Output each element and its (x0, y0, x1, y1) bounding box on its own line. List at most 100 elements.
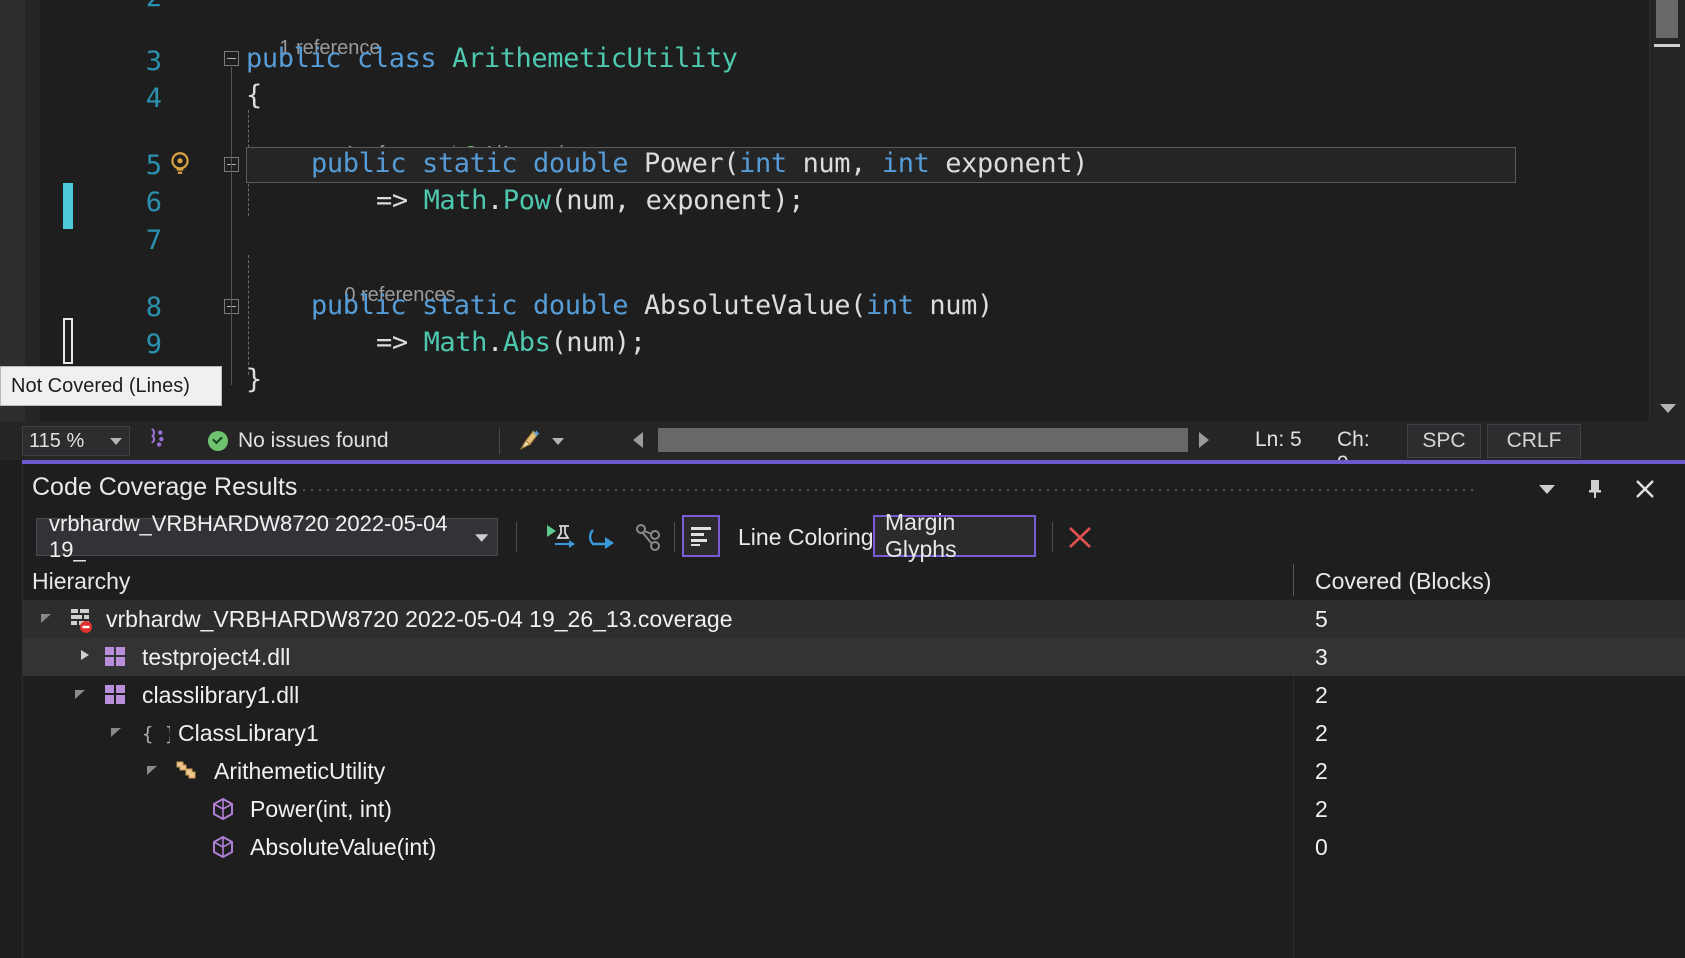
scroll-down-arrow[interactable] (1650, 394, 1685, 422)
line-number: 9 (110, 329, 162, 360)
pin-icon (1585, 478, 1605, 500)
issues-label: No issues found (238, 429, 389, 453)
coverage-not-covered-glyph[interactable] (63, 318, 73, 364)
panel-pin-button[interactable] (1577, 474, 1613, 504)
line-ending-indicator[interactable]: CRLF (1487, 424, 1581, 458)
line-number: 3 (110, 46, 162, 77)
row-covered-blocks: 2 (1315, 758, 1328, 785)
scroll-right-arrow[interactable] (1196, 430, 1216, 450)
line-number-partial: 2 (110, 0, 162, 13)
coverage-file-icon (68, 606, 94, 632)
row-label: testproject4.dll (142, 644, 290, 671)
table-row[interactable]: classlibrary1.dll 2 (22, 676, 1685, 714)
panel-close-button[interactable] (1627, 474, 1663, 504)
column-header-covered-blocks[interactable]: Covered (Blocks) (1315, 568, 1491, 595)
status-divider (499, 428, 500, 454)
line-number: 4 (110, 83, 162, 114)
expander-collapsed-icon[interactable] (76, 647, 96, 667)
hscroll-thumb[interactable] (658, 428, 1188, 452)
column-divider[interactable] (1293, 564, 1294, 596)
row-covered-blocks: 2 (1315, 796, 1328, 823)
panel-menu-button[interactable] (1529, 474, 1565, 504)
scroll-left-arrow[interactable] (630, 430, 650, 450)
code-editor: 3 4 5 6 7 8 9 2 1 reference publ (0, 0, 1685, 460)
coverage-grid-header: Hierarchy Covered (Blocks) (22, 560, 1685, 601)
panel-drag-dots[interactable] (300, 486, 1475, 496)
code-line-9: => Math.Abs(num); (376, 327, 646, 358)
intellicode-icon[interactable] (144, 425, 170, 457)
line-number: 7 (110, 225, 162, 256)
coverage-toolbar: vrbhardw_VRBHARDW8720 2022-05-04 19_ (22, 510, 1685, 560)
outer-margin (0, 0, 25, 422)
visual-studio-window: 3 4 5 6 7 8 9 2 1 reference publ (0, 0, 1685, 958)
table-row[interactable]: AbsoluteValue(int) 0 (22, 828, 1685, 866)
panel-title: Code Coverage Results (32, 473, 297, 502)
code-cleanup-button[interactable] (516, 428, 566, 454)
coverage-covered-glyph (63, 183, 73, 229)
show-code-coverage-coloring-icon[interactable] (540, 518, 580, 556)
editor-margins (0, 0, 90, 422)
table-row[interactable]: ArithemeticUtility 2 (22, 752, 1685, 790)
editor-horizontal-scrollbar[interactable] (630, 428, 1220, 454)
remove-results-button[interactable] (1060, 518, 1100, 556)
expander-expanded-icon[interactable] (108, 723, 128, 743)
editor-vertical-scrollbar[interactable] (1649, 0, 1685, 422)
method-icon (210, 834, 236, 860)
indentation-indicator[interactable]: SPC (1407, 424, 1481, 458)
line-coloring-label[interactable]: Line Coloring (728, 524, 884, 551)
row-covered-blocks: 5 (1315, 606, 1328, 633)
row-label: ClassLibrary1 (178, 720, 319, 747)
code-line-3: public class ArithemeticUtility (246, 43, 738, 74)
scrollbar-change-tick (1654, 44, 1680, 47)
code-coverage-results-panel: Code Coverage Results vrbhardw_VRBHA (0, 460, 1685, 958)
line-number: 8 (110, 292, 162, 323)
code-line-6: => Math.Pow(num, exponent); (376, 185, 804, 216)
scrollbar-thumb[interactable] (1656, 0, 1678, 38)
chevron-down-icon (550, 436, 566, 446)
row-covered-blocks: 0 (1315, 834, 1328, 861)
row-label: vrbhardw_VRBHARDW8720 2022-05-04 19_26_1… (106, 606, 733, 633)
zoom-level-value: 115 % (29, 430, 84, 453)
assembly-icon (104, 646, 130, 672)
chevron-down-icon (109, 436, 123, 446)
expander-expanded-icon[interactable] (38, 609, 58, 629)
chevron-down-icon (474, 532, 489, 543)
coverage-results-value: vrbhardw_VRBHARDW8720 2022-05-04 19_ (49, 511, 474, 563)
fold-toggle-class[interactable] (224, 51, 239, 66)
export-results-icon[interactable] (584, 518, 624, 556)
row-label: Power(int, int) (250, 796, 392, 823)
toolbar-divider-3 (1052, 522, 1053, 552)
expander-expanded-icon[interactable] (72, 685, 92, 705)
row-label: AbsoluteValue(int) (250, 834, 436, 861)
toolbar-divider-2 (674, 522, 675, 552)
check-circle-icon (208, 431, 228, 451)
line-coloring-toggle-icon[interactable] (682, 515, 720, 557)
table-row[interactable]: Power(int, int) 2 (22, 790, 1685, 828)
method-icon (210, 796, 236, 822)
panel-title-row: Code Coverage Results (22, 464, 1685, 510)
row-covered-blocks: 2 (1315, 682, 1328, 709)
table-row[interactable]: { } ClassLibrary1 2 (22, 714, 1685, 752)
row-covered-blocks: 2 (1315, 720, 1328, 747)
no-issues-status[interactable]: No issues found (208, 429, 389, 453)
svg-text:{ }: { } (142, 723, 170, 745)
row-covered-blocks: 3 (1315, 644, 1328, 671)
merge-results-icon[interactable] (628, 518, 668, 556)
code-line-8: public static double AbsoluteValue(int n… (311, 290, 993, 321)
chevron-down-icon (1538, 483, 1556, 495)
coverage-results-select[interactable]: vrbhardw_VRBHARDW8720 2022-05-04 19_ (36, 518, 498, 556)
fold-guide-absolute (248, 255, 249, 375)
zoom-level-combo[interactable]: 115 % (22, 426, 130, 456)
expander-expanded-icon[interactable] (144, 761, 164, 781)
broom-icon (516, 428, 544, 454)
lightbulb-icon[interactable] (167, 150, 193, 176)
code-line-5[interactable]: public static double Power(int num, int … (311, 148, 1088, 179)
column-header-hierarchy[interactable]: Hierarchy (32, 568, 130, 595)
namespace-icon: { } (140, 720, 166, 746)
margin-glyphs-toggle[interactable]: Margin Glyphs (873, 515, 1036, 557)
table-row[interactable]: testproject4.dll 3 (22, 638, 1685, 676)
row-label: ArithemeticUtility (214, 758, 385, 785)
assembly-icon (104, 684, 130, 710)
line-number: 5 (110, 150, 162, 181)
table-row[interactable]: vrbhardw_VRBHARDW8720 2022-05-04 19_26_1… (22, 600, 1685, 638)
